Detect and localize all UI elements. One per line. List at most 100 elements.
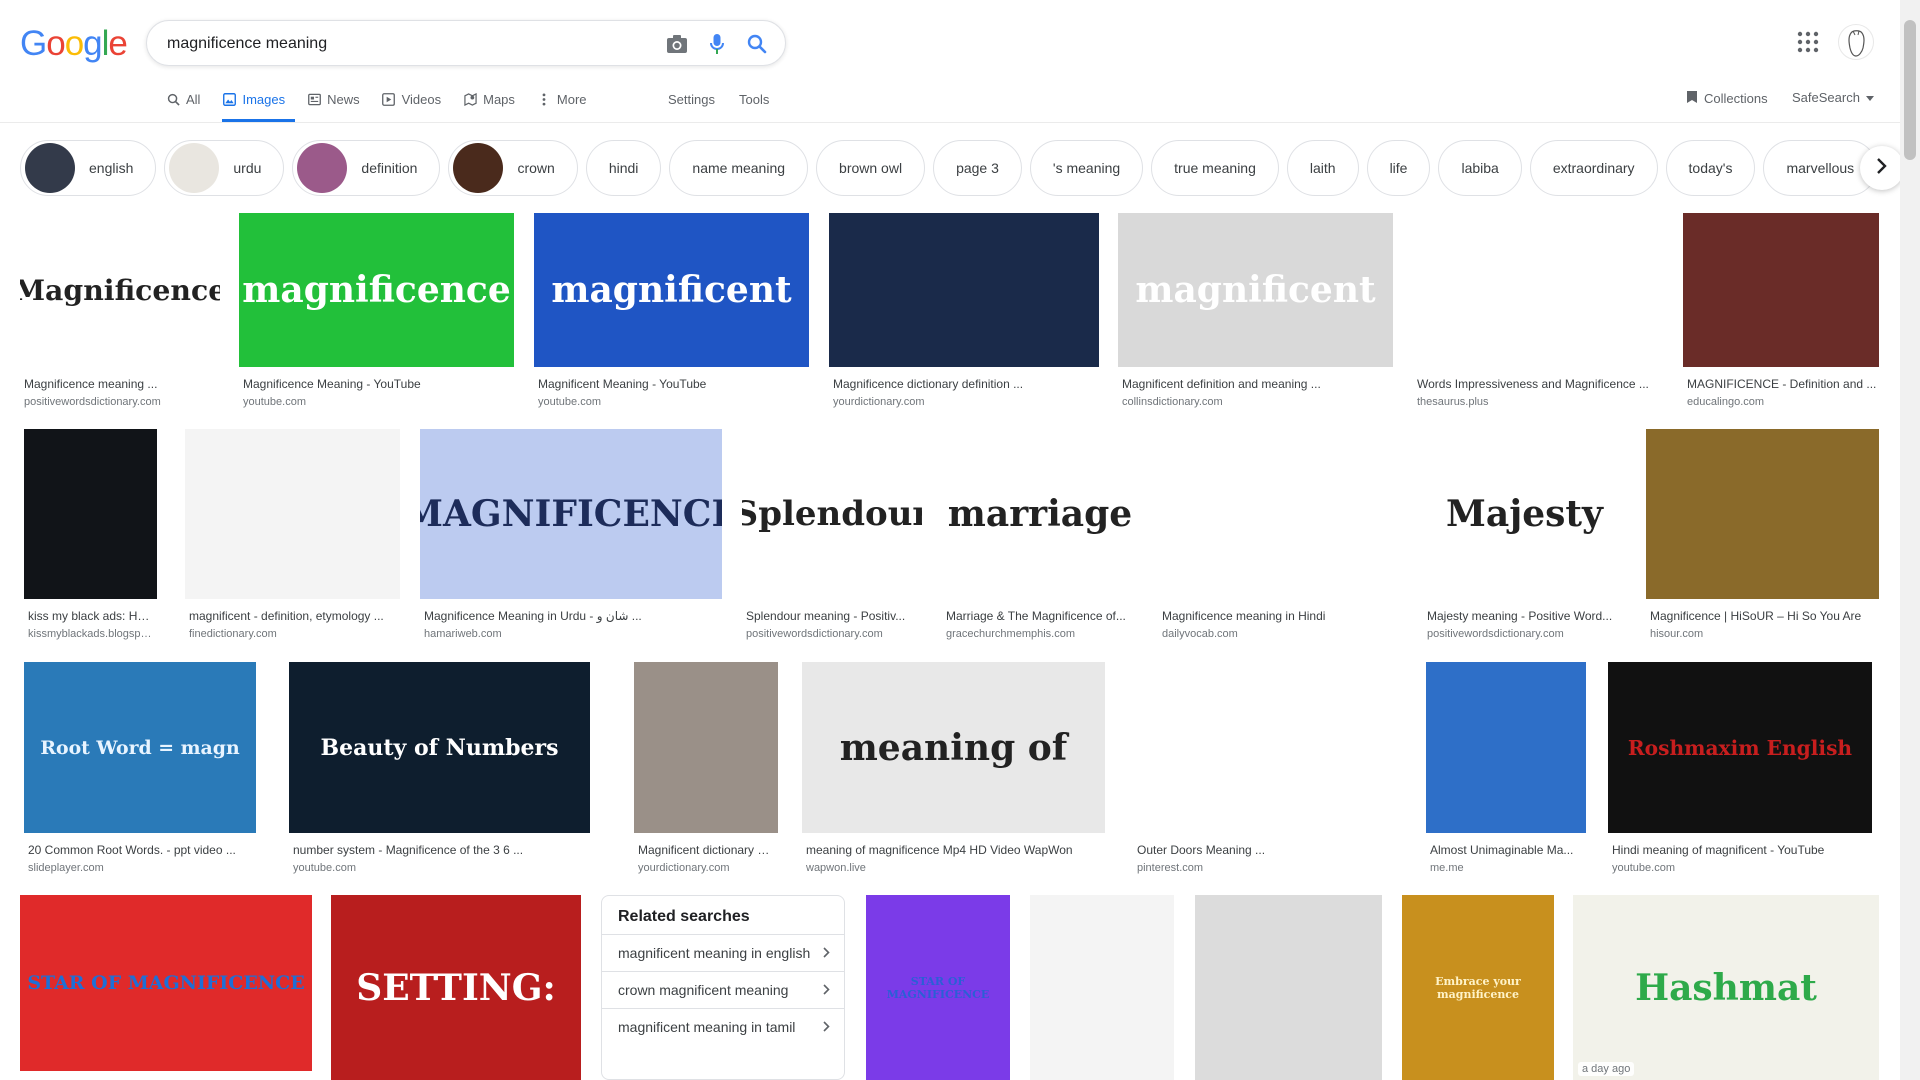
- chip[interactable]: 's meaning: [1029, 140, 1144, 196]
- chip[interactable]: definition: [292, 140, 441, 196]
- related-search-item[interactable]: crown magnificent meaning: [602, 971, 844, 1008]
- result-title[interactable]: Magnificent Meaning - YouTube: [538, 377, 807, 391]
- result-thumbnail[interactable]: Splendour: [742, 429, 922, 599]
- result-thumbnail[interactable]: magnificent: [534, 213, 809, 367]
- result-thumbnail[interactable]: [1195, 895, 1382, 1080]
- account-avatar[interactable]: [1838, 24, 1874, 60]
- result-thumbnail[interactable]: STAR OF MAGNIFICENCE: [866, 895, 1010, 1080]
- result-thumbnail[interactable]: [1158, 429, 1403, 599]
- result-title[interactable]: Hindi meaning of magnificent - YouTube: [1612, 843, 1870, 857]
- result-thumbnail[interactable]: Roshmaxim English: [1608, 662, 1872, 833]
- result-thumbnail[interactable]: [829, 213, 1099, 367]
- result-title[interactable]: 20 Common Root Words. - ppt video ...: [28, 843, 254, 857]
- chevron-right-icon: [1876, 157, 1888, 180]
- result-title[interactable]: MAGNIFICENCE - Definition and ...: [1687, 377, 1877, 391]
- result-title[interactable]: Magnificence meaning ...: [24, 377, 218, 391]
- result-thumbnail[interactable]: [1133, 662, 1406, 833]
- result-thumbnail[interactable]: Root Word = magn: [24, 662, 256, 833]
- result-thumbnail[interactable]: meaning of: [802, 662, 1105, 833]
- collections-link[interactable]: Collections: [1686, 90, 1768, 107]
- result-title[interactable]: Magnificence meaning in Hindi: [1162, 609, 1401, 623]
- result-thumbnail[interactable]: Magnificence: [20, 213, 220, 367]
- google-logo[interactable]: Google: [20, 24, 128, 64]
- safesearch-dropdown[interactable]: SafeSearch: [1792, 90, 1874, 105]
- result-thumbnail[interactable]: marriage: [942, 429, 1138, 599]
- result-domain: youtube.com: [293, 862, 356, 874]
- related-search-item[interactable]: magnificent meaning in english: [602, 934, 844, 971]
- result-thumbnail[interactable]: Hashmat: [1573, 895, 1879, 1080]
- result-thumbnail[interactable]: Majesty: [1423, 429, 1626, 599]
- result-title[interactable]: Outer Doors Meaning ...: [1137, 843, 1404, 857]
- result-title[interactable]: Magnificence Meaning in Urdu - شان و ...: [424, 609, 720, 623]
- tab-news[interactable]: News: [307, 88, 370, 122]
- microphone-icon[interactable]: [705, 32, 729, 56]
- result-thumbnail[interactable]: [1030, 895, 1174, 1080]
- tools-link[interactable]: Tools: [739, 92, 769, 107]
- result-domain: hamariweb.com: [424, 628, 502, 640]
- result-thumbnail[interactable]: STAR OF MAGNIFICENCE: [20, 895, 312, 1071]
- result-title[interactable]: number system - Magnificence of the 3 6 …: [293, 843, 588, 857]
- result-title[interactable]: Magnificence | HiSoUR – Hi So You Are: [1650, 609, 1877, 623]
- result-domain: me.me: [1430, 862, 1464, 874]
- chip-label: life: [1389, 160, 1408, 176]
- chip[interactable]: true meaning: [1151, 140, 1279, 196]
- result-title[interactable]: Almost Unimaginable Ma...: [1430, 843, 1584, 857]
- result-thumbnail[interactable]: Embrace your magnificence: [1402, 895, 1554, 1080]
- camera-icon[interactable]: [665, 32, 689, 56]
- chip[interactable]: crown: [448, 140, 578, 196]
- settings-link[interactable]: Settings: [668, 92, 715, 107]
- chip[interactable]: hindi: [585, 140, 662, 196]
- chip[interactable]: brown owl: [816, 140, 926, 196]
- result-thumbnail[interactable]: MAGNIFICENCE: [420, 429, 722, 599]
- chip[interactable]: extraordinary: [1529, 140, 1658, 196]
- result-thumbnail[interactable]: [634, 662, 778, 833]
- chip[interactable]: labiba: [1438, 140, 1522, 196]
- image-icon: [222, 92, 236, 106]
- google-apps-icon[interactable]: [1796, 30, 1820, 54]
- search-icon[interactable]: [745, 32, 769, 56]
- related-search-item[interactable]: magnificent meaning in tamil: [602, 1008, 844, 1045]
- result-thumbnail[interactable]: [185, 429, 400, 599]
- result-thumbnail[interactable]: SETTING:: [331, 895, 581, 1080]
- result-thumbnail[interactable]: Beauty of Numbers: [289, 662, 590, 833]
- result-title[interactable]: Magnificent definition and meaning ...: [1122, 377, 1391, 391]
- result-thumbnail[interactable]: magnificent: [1118, 213, 1393, 367]
- result-title[interactable]: Splendour meaning - Positiv...: [746, 609, 920, 623]
- related-chips: english urdu definition crown hindi name mean…: [20, 140, 1878, 196]
- result-title[interactable]: Magnificence dictionary definition ...: [833, 377, 1097, 391]
- result-title[interactable]: Words Impressiveness and Magnificence ..…: [1417, 377, 1661, 391]
- result-thumbnail[interactable]: [1426, 662, 1586, 833]
- chip[interactable]: today's: [1665, 140, 1756, 196]
- tab-all[interactable]: All: [166, 88, 210, 122]
- chip[interactable]: life: [1366, 140, 1431, 196]
- result-title[interactable]: kiss my black ads: Har...: [28, 609, 155, 623]
- search-input[interactable]: [167, 32, 647, 56]
- result-title[interactable]: Marriage & The Magnificence of...: [946, 609, 1136, 623]
- result-title[interactable]: Majesty meaning - Positive Word...: [1427, 609, 1624, 623]
- search-icon: [166, 92, 180, 106]
- result-thumbnail[interactable]: [1683, 213, 1879, 367]
- result-thumbnail[interactable]: magnificence: [239, 213, 514, 367]
- tab-maps[interactable]: Maps: [463, 88, 525, 122]
- chip[interactable]: page 3: [933, 140, 1022, 196]
- chip[interactable]: english: [20, 140, 157, 196]
- page-scrollbar[interactable]: [1900, 0, 1920, 1080]
- chip[interactable]: laith: [1286, 140, 1359, 196]
- result-domain: yourdictionary.com: [638, 862, 730, 874]
- result-thumbnail[interactable]: [1646, 429, 1879, 599]
- result-title[interactable]: magnificent - definition, etymology ...: [189, 609, 398, 623]
- scrollbar-thumb[interactable]: [1904, 20, 1916, 160]
- result-title[interactable]: Magnificent dictionary de...: [638, 843, 776, 857]
- tab-images[interactable]: Images: [222, 88, 296, 122]
- tab-more[interactable]: More: [537, 88, 597, 122]
- result-thumbnail[interactable]: [1413, 213, 1663, 367]
- chip[interactable]: urdu: [164, 140, 285, 196]
- result-title[interactable]: Magnificence Meaning - YouTube: [243, 377, 512, 391]
- tab-videos[interactable]: Videos: [382, 88, 452, 122]
- chip-thumbnail: [453, 143, 504, 193]
- result-thumbnail[interactable]: [24, 429, 157, 599]
- tab-label: More: [556, 91, 587, 107]
- chips-next-button[interactable]: [1860, 146, 1904, 190]
- chip[interactable]: name meaning: [669, 140, 809, 196]
- result-title[interactable]: meaning of magnificence Mp4 HD Video Wap…: [806, 843, 1103, 857]
